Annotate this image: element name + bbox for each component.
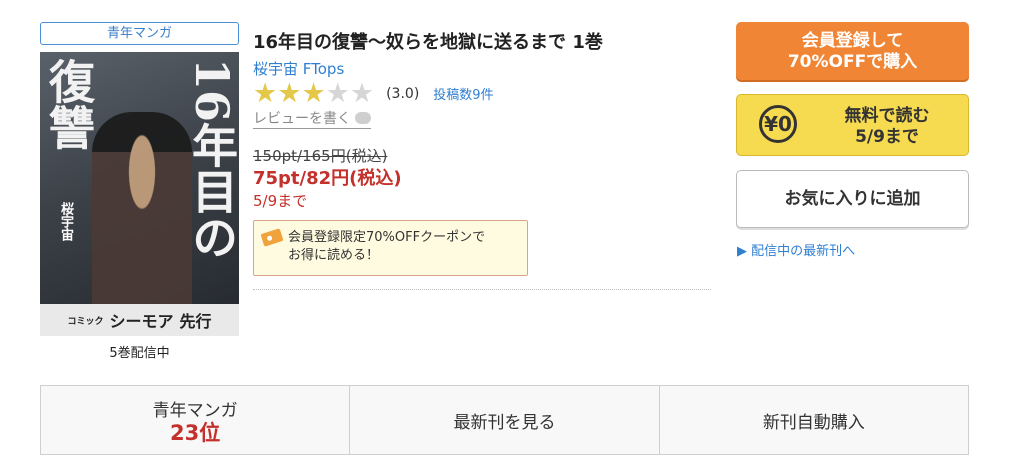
cover-author: 桜宇宙 (58, 202, 73, 241)
coupon-ticket-icon (260, 228, 284, 247)
star-icon: ★ (277, 78, 302, 109)
bottom-nav: 青年マンガ 23位 最新刊を見る 新刊自動購入 (40, 385, 969, 455)
register-purchase-button[interactable]: 会員登録して 70%OFFで購入 (736, 22, 969, 80)
genre-tag[interactable]: 青年マンガ (40, 22, 239, 45)
write-review-link[interactable]: レビューを書く (253, 108, 371, 129)
star-icon: ★ (253, 78, 278, 109)
read-free-text: 無料で読む 5/9まで (812, 106, 962, 148)
cover-label-band: コミック シーモア 先行 (40, 304, 239, 336)
book-title: 16年目の復讐〜奴らを地獄に送るまで 1巻 (253, 32, 603, 53)
review-count-link[interactable]: 投稿数9件 (433, 84, 493, 103)
write-review-label: レビューを書く (253, 111, 351, 127)
see-latest-button[interactable]: 最新刊を見る (350, 386, 660, 454)
divider (253, 289, 711, 290)
star-icon: ★ (301, 78, 326, 109)
ranking-position: 23位 (170, 420, 221, 445)
coupon-notice[interactable]: 会員登録限定70%OFFクーポンで お得に読める！ (253, 220, 528, 276)
book-authors[interactable]: 桜宇宙 FTops (253, 58, 344, 79)
read-free-button[interactable]: ¥0 無料で読む 5/9まで (736, 94, 969, 156)
book-cover[interactable]: 16年目の 復讐 桜宇宙 コミック シーモア 先行 (40, 52, 239, 336)
star-icon: ★ (325, 78, 350, 109)
cover-title-right: 16年目の (185, 58, 239, 261)
cover-label-brand: シーモア (109, 312, 174, 331)
cover-label-small: コミック (67, 316, 104, 327)
yen-zero-icon: ¥0 (759, 105, 797, 143)
cover-label-tag: 先行 (179, 312, 212, 331)
original-price: 150pt/165円(税込) (253, 147, 388, 165)
register-line-1: 会員登録して (801, 31, 904, 51)
star-icon: ★ (349, 78, 375, 109)
sale-price: 75pt/82円(税込) (253, 168, 402, 189)
star-rating: ★ ★ ★ ★ ★ (253, 80, 374, 107)
cover-character (92, 112, 192, 312)
speech-bubble-icon (355, 112, 371, 124)
add-favorite-button[interactable]: お気に入りに追加 (736, 170, 969, 228)
volumes-available: 5巻配信中 (109, 346, 170, 361)
rating-score: (3.0) (386, 85, 420, 102)
latest-volume-link[interactable]: ▶ 配信中の最新刊へ (737, 240, 855, 259)
genre-ranking-cell[interactable]: 青年マンガ 23位 (41, 386, 351, 454)
coupon-line-2: お得に読める！ (288, 248, 380, 263)
read-free-line-1: 無料で読む (844, 106, 930, 126)
read-free-line-2: 5/9まで (855, 127, 919, 147)
rating-row: ★ ★ ★ ★ ★ (3.0) 投稿数9件 (253, 80, 494, 107)
register-line-2: 70%OFFで購入 (787, 52, 918, 72)
cover-title-left: 復讐 (42, 58, 96, 150)
ranking-genre: 青年マンガ (152, 400, 238, 421)
coupon-line-1: 会員登録限定70%OFFクーポンで (288, 230, 486, 245)
sale-end-date: 5/9まで (253, 192, 308, 210)
auto-purchase-button[interactable]: 新刊自動購入 (660, 386, 968, 454)
